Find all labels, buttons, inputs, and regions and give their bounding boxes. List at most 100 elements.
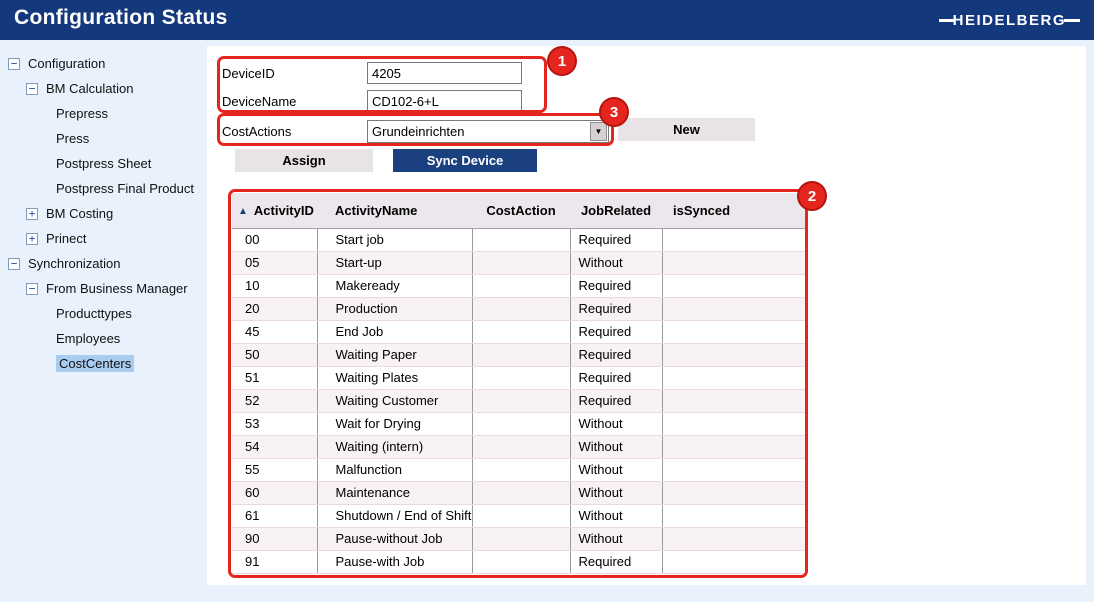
cell-issynced (662, 366, 805, 389)
sidebar-item-label: BM Calculation (46, 81, 133, 96)
plus-icon[interactable]: + (26, 208, 38, 220)
sidebar-item-postpress-final-product[interactable]: Postpress Final Product (0, 176, 207, 201)
cell-activityid: 91 (232, 550, 317, 573)
cell-activityid: 51 (232, 366, 317, 389)
cell-jobrelated: Required (570, 550, 662, 573)
cell-issynced (662, 504, 805, 527)
cell-activityid: 60 (232, 481, 317, 504)
cell-activityname: Waiting Customer (317, 389, 472, 412)
cell-activityname: Shutdown / End of Shift (317, 504, 472, 527)
sidebar-item-prinect[interactable]: +Prinect (0, 226, 207, 251)
cell-issynced (662, 550, 805, 573)
plus-icon[interactable]: + (26, 233, 38, 245)
activity-table-body: 00Start jobRequired05Start-upWithout10Ma… (232, 228, 805, 573)
cell-issynced (662, 297, 805, 320)
table-row[interactable]: 10MakereadyRequired (232, 274, 805, 297)
cell-issynced (662, 458, 805, 481)
cell-activityid: 52 (232, 389, 317, 412)
table-row[interactable]: 51Waiting Plates Required (232, 366, 805, 389)
deviceid-label: DeviceID (222, 66, 275, 81)
sidebar-item-producttypes[interactable]: Producttypes (0, 301, 207, 326)
cell-issynced (662, 389, 805, 412)
cell-costaction (472, 274, 570, 297)
cell-activityid: 50 (232, 343, 317, 366)
cell-activityname: Waiting Plates (317, 366, 472, 389)
assign-button[interactable]: Assign (235, 149, 373, 172)
cell-activityid: 00 (232, 228, 317, 251)
logo-text: HEIDELBERG (953, 12, 1066, 29)
sidebar-item-label: Press (56, 131, 89, 146)
sidebar-item-synchronization[interactable]: −Synchronization (0, 251, 207, 276)
cell-costaction (472, 435, 570, 458)
sidebar-item-label: Producttypes (56, 306, 132, 321)
cell-jobrelated: Required (570, 366, 662, 389)
column-header-costaction[interactable]: CostAction (472, 193, 570, 228)
cell-costaction (472, 527, 570, 550)
cell-activityid: 61 (232, 504, 317, 527)
chevron-down-icon[interactable]: ▼ (590, 122, 607, 141)
devicename-input[interactable] (367, 90, 522, 112)
sidebar-item-label: From Business Manager (46, 281, 188, 296)
new-button[interactable]: New (618, 118, 755, 141)
table-row[interactable]: 90Pause-without JobWithout (232, 527, 805, 550)
table-row[interactable]: 20ProductionRequired (232, 297, 805, 320)
cell-activityname: Malfunction (317, 458, 472, 481)
sidebar-item-press[interactable]: Press (0, 126, 207, 151)
table-row[interactable]: 91Pause-with JobRequired (232, 550, 805, 573)
cell-activityname: Wait for Drying (317, 412, 472, 435)
column-header-jobrelated[interactable]: JobRelated (570, 193, 662, 228)
sidebar-item-label: Employees (56, 331, 120, 346)
costactions-label: CostActions (222, 124, 291, 139)
heidelberg-logo: HEIDELBERG (939, 12, 1080, 29)
table-row[interactable]: 45End JobRequired (232, 320, 805, 343)
table-row[interactable]: 52Waiting CustomerRequired (232, 389, 805, 412)
cell-issynced (662, 274, 805, 297)
deviceid-input[interactable] (367, 62, 522, 84)
sidebar-item-employees[interactable]: Employees (0, 326, 207, 351)
cell-activityid: 10 (232, 274, 317, 297)
sidebar-item-label: Synchronization (28, 256, 121, 271)
sidebar-item-bm-calculation[interactable]: −BM Calculation (0, 76, 207, 101)
cell-activityname: Pause-without Job (317, 527, 472, 550)
minus-icon[interactable]: − (26, 283, 38, 295)
cell-activityname: Start job (317, 228, 472, 251)
table-row[interactable]: 54Waiting (intern)Without (232, 435, 805, 458)
table-row[interactable]: 53Wait for DryingWithout (232, 412, 805, 435)
cell-issynced (662, 527, 805, 550)
costactions-select[interactable]: Grundeinrichten ▼ (367, 120, 609, 143)
sync-device-button[interactable]: Sync Device (393, 149, 537, 172)
cell-costaction (472, 412, 570, 435)
devicename-label: DeviceName (222, 94, 296, 109)
cell-activityid: 20 (232, 297, 317, 320)
cell-issynced (662, 412, 805, 435)
sidebar-item-prepress[interactable]: Prepress (0, 101, 207, 126)
table-row[interactable]: 60MaintenanceWithout (232, 481, 805, 504)
table-row[interactable]: 61Shutdown / End of ShiftWithout (232, 504, 805, 527)
cell-costaction (472, 251, 570, 274)
sidebar-item-costcenters[interactable]: CostCenters (0, 351, 207, 376)
column-header-issynced[interactable]: isSynced (662, 193, 805, 228)
cell-costaction (472, 228, 570, 251)
sidebar-item-from-business-manager[interactable]: −From Business Manager (0, 276, 207, 301)
table-row[interactable]: 50Waiting PaperRequired (232, 343, 805, 366)
cell-costaction (472, 320, 570, 343)
table-row[interactable]: 00Start jobRequired (232, 228, 805, 251)
column-header-activityname[interactable]: ActivityName (317, 193, 472, 228)
sidebar-item-label: Postpress Sheet (56, 156, 151, 171)
cell-jobrelated: Without (570, 251, 662, 274)
cell-activityname: Makeready (317, 274, 472, 297)
sidebar-item-configuration[interactable]: −Configuration (0, 51, 207, 76)
column-header-activityid[interactable]: ▲ActivityID (232, 193, 317, 228)
costactions-selected-value: Grundeinrichten (368, 124, 589, 139)
table-row[interactable]: 05Start-upWithout (232, 251, 805, 274)
minus-icon[interactable]: − (26, 83, 38, 95)
table-row[interactable]: 55MalfunctionWithout (232, 458, 805, 481)
sidebar-item-postpress-sheet[interactable]: Postpress Sheet (0, 151, 207, 176)
cell-costaction (472, 297, 570, 320)
cell-jobrelated: Without (570, 435, 662, 458)
minus-icon[interactable]: − (8, 258, 20, 270)
cell-activityname: Waiting (intern) (317, 435, 472, 458)
sidebar-item-bm-costing[interactable]: +BM Costing (0, 201, 207, 226)
cell-activityid: 53 (232, 412, 317, 435)
minus-icon[interactable]: − (8, 58, 20, 70)
